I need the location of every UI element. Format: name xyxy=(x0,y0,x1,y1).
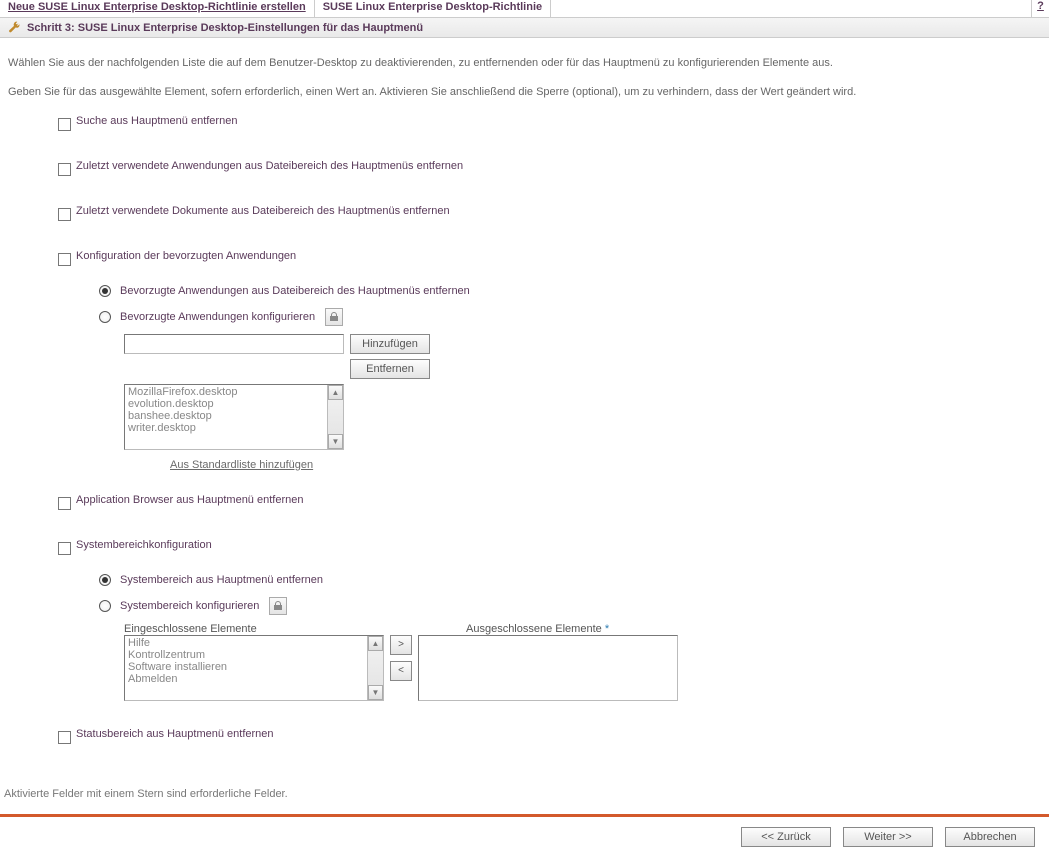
scroll-down-icon[interactable]: ▼ xyxy=(328,434,343,449)
checkbox-fav-config[interactable] xyxy=(58,253,71,266)
scroll-up-icon[interactable]: ▲ xyxy=(368,636,383,651)
radio-sys-remove[interactable] xyxy=(99,574,111,586)
scroll-down-icon[interactable]: ▼ xyxy=(368,685,383,700)
included-label: Eingeschlossene Elemente xyxy=(124,623,384,635)
label-fav-configure: Bevorzugte Anwendungen konfigurieren xyxy=(120,311,315,323)
radio-sys-configure[interactable] xyxy=(99,600,111,612)
label-remove-status: Statusbereich aus Hauptmenü entfernen xyxy=(76,727,274,740)
label-fav-config: Konfiguration der bevorzugten Anwendunge… xyxy=(76,249,296,262)
scroll-up-icon[interactable]: ▲ xyxy=(328,385,343,400)
label-remove-recent-docs: Zuletzt verwendete Dokumente aus Dateibe… xyxy=(76,204,450,217)
breadcrumb-current: SUSE Linux Enterprise Desktop-Richtlinie xyxy=(315,0,551,17)
wrench-icon xyxy=(8,21,21,34)
checkbox-remove-recent-apps[interactable] xyxy=(58,163,71,176)
remove-button[interactable]: Entfernen xyxy=(350,359,430,379)
add-button[interactable]: Hinzufügen xyxy=(350,334,430,354)
list-item[interactable]: banshee.desktop xyxy=(128,410,343,422)
required-footnote: Aktivierte Felder mit einem Stern sind e… xyxy=(0,782,1049,814)
cancel-button[interactable]: Abbrechen xyxy=(945,827,1035,847)
list-item[interactable]: writer.desktop xyxy=(128,422,343,434)
checkbox-remove-recent-docs[interactable] xyxy=(58,208,71,221)
label-remove-search: Suche aus Hauptmenü entfernen xyxy=(76,114,237,127)
help-button[interactable]: ? xyxy=(1031,0,1049,17)
list-item[interactable]: evolution.desktop xyxy=(128,398,343,410)
included-listbox[interactable]: Hilfe Kontrollzentrum Software installie… xyxy=(124,635,384,701)
fav-listbox[interactable]: MozillaFirefox.desktop evolution.desktop… xyxy=(124,384,344,450)
label-remove-app-browser: Application Browser aus Hauptmenü entfer… xyxy=(76,493,303,506)
breadcrumb-link-new-policy[interactable]: Neue SUSE Linux Enterprise Desktop-Richt… xyxy=(0,0,315,17)
label-fav-remove: Bevorzugte Anwendungen aus Dateibereich … xyxy=(120,285,470,297)
step-title: Schritt 3: SUSE Linux Enterprise Desktop… xyxy=(27,22,423,34)
lock-icon[interactable] xyxy=(325,308,343,326)
list-item[interactable]: Hilfe xyxy=(128,637,383,649)
scrollbar[interactable]: ▲ ▼ xyxy=(367,636,383,700)
radio-fav-remove[interactable] xyxy=(99,285,111,297)
required-asterisk: * xyxy=(605,623,609,635)
list-item[interactable]: Kontrollzentrum xyxy=(128,649,383,661)
scrollbar[interactable]: ▲ ▼ xyxy=(327,385,343,449)
label-sys-config: Systembereichkonfiguration xyxy=(76,538,212,551)
checkbox-remove-app-browser[interactable] xyxy=(58,497,71,510)
list-item[interactable]: Abmelden xyxy=(128,673,383,685)
wizard-footer: << Zurück Weiter >> Abbrechen xyxy=(0,817,1049,865)
next-button[interactable]: Weiter >> xyxy=(843,827,933,847)
radio-fav-configure[interactable] xyxy=(99,311,111,323)
back-button[interactable]: << Zurück xyxy=(741,827,831,847)
move-right-button[interactable]: > xyxy=(390,635,412,655)
move-left-button[interactable]: < xyxy=(390,661,412,681)
excluded-listbox[interactable] xyxy=(418,635,678,701)
content-area: Wählen Sie aus der nachfolgenden Liste d… xyxy=(0,38,1049,782)
label-sys-remove: Systembereich aus Hauptmenü entfernen xyxy=(120,574,323,586)
step-title-bar: Schritt 3: SUSE Linux Enterprise Desktop… xyxy=(0,18,1049,38)
excluded-label: Ausgeschlossene Elemente * xyxy=(466,623,609,635)
add-from-standard-link[interactable]: Aus Standardliste hinzufügen xyxy=(170,459,313,471)
label-sys-configure: Systembereich konfigurieren xyxy=(120,600,259,612)
checkbox-remove-status[interactable] xyxy=(58,731,71,744)
breadcrumb: Neue SUSE Linux Enterprise Desktop-Richt… xyxy=(0,0,1049,18)
label-remove-recent-apps: Zuletzt verwendete Anwendungen aus Datei… xyxy=(76,159,463,172)
list-item[interactable]: MozillaFirefox.desktop xyxy=(128,386,343,398)
intro-paragraph-2: Geben Sie für das ausgewählte Element, s… xyxy=(8,85,1041,100)
checkbox-sys-config[interactable] xyxy=(58,542,71,555)
checkbox-remove-search[interactable] xyxy=(58,118,71,131)
list-item[interactable]: Software installieren xyxy=(128,661,383,673)
intro-paragraph-1: Wählen Sie aus der nachfolgenden Liste d… xyxy=(8,56,1041,71)
lock-icon[interactable] xyxy=(269,597,287,615)
fav-input[interactable] xyxy=(124,334,344,354)
